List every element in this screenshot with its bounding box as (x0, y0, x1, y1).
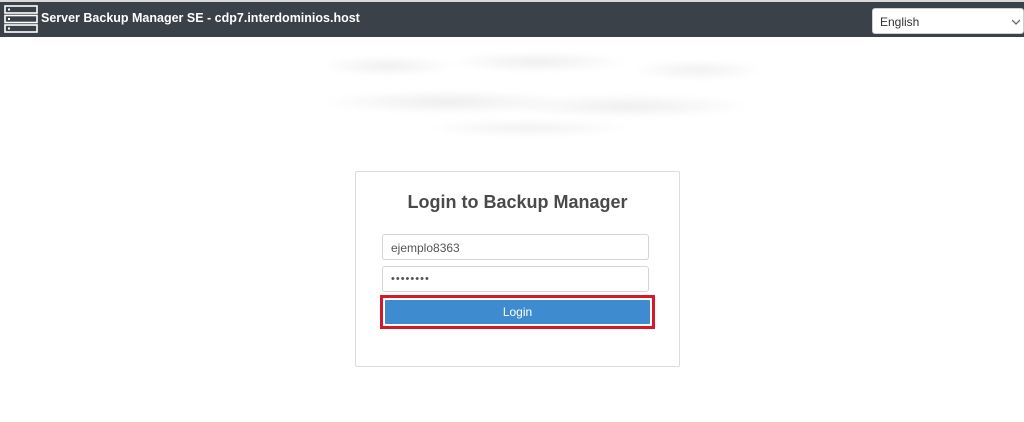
login-card: Login to Backup Manager ejemplo8363 ••••… (355, 171, 680, 367)
language-select[interactable]: English (872, 8, 1024, 34)
blurred-logo-banner (298, 44, 760, 140)
language-select-value: English (880, 15, 920, 29)
login-button-highlight: Login (380, 295, 655, 329)
login-heading: Login to Backup Manager (407, 192, 628, 212)
username-field[interactable]: ejemplo8363 (382, 234, 649, 260)
app-title: Server Backup Manager SE - cdp7.interdom… (41, 11, 360, 25)
chevron-down-icon (1012, 19, 1020, 25)
login-button[interactable]: Login (385, 300, 650, 324)
server-rack-icon (4, 5, 38, 33)
top-bar: Server Backup Manager SE - cdp7.interdom… (0, 0, 1024, 37)
password-field[interactable]: •••••••• (382, 266, 649, 292)
